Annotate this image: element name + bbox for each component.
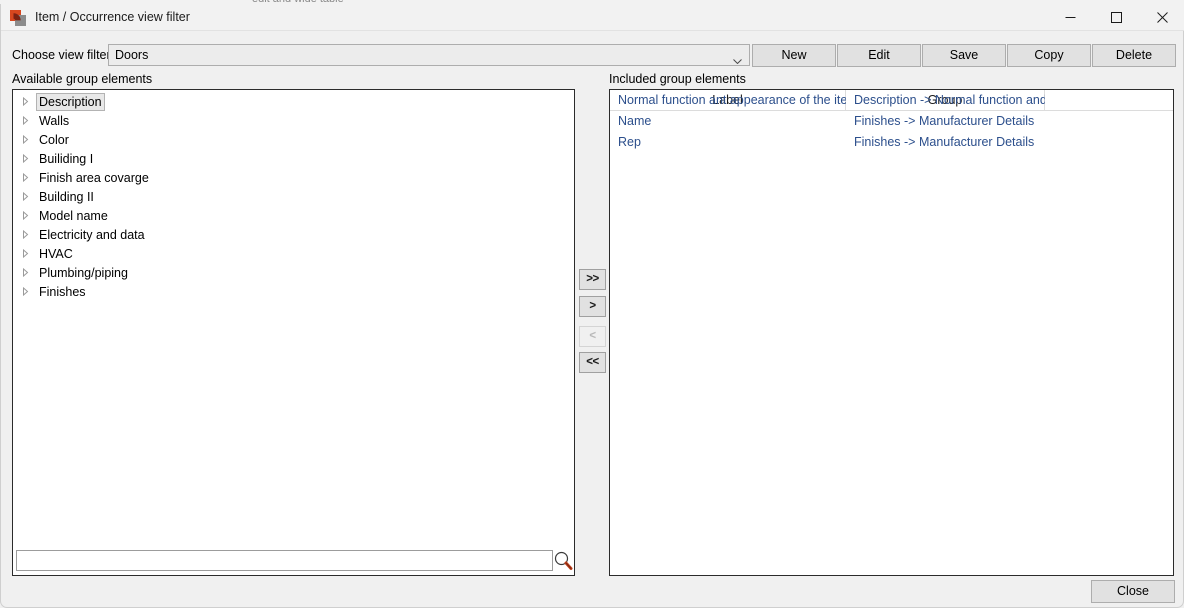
cell-label: Normal function ant appearance of the it…: [610, 90, 846, 111]
chevron-right-icon[interactable]: [22, 130, 36, 149]
move-all-left-button[interactable]: <<: [579, 352, 606, 373]
cell-group: Finishes -> Manufacturer Details: [846, 132, 1045, 153]
view-filter-combobox[interactable]: Doors: [108, 44, 750, 66]
tree-item-label: Model name: [36, 208, 111, 224]
tree-item-label: Finish area covarge: [36, 170, 152, 186]
title-bar: Item / Occurrence view filter: [1, 4, 1184, 31]
chevron-right-icon[interactable]: [22, 168, 36, 187]
tree-item-label: Building II: [36, 189, 97, 205]
available-group-elements-panel: Description Walls Color Builiding I Finish a…: [12, 89, 575, 576]
tree-item[interactable]: Description: [13, 92, 574, 111]
tree-item-label: Electricity and data: [36, 227, 148, 243]
new-button[interactable]: New: [752, 44, 836, 67]
chevron-right-icon[interactable]: [22, 111, 36, 130]
available-group-elements-label: Available group elements: [12, 72, 152, 86]
cell-group: Description -> Normal function and appea…: [846, 90, 1045, 111]
chevron-down-icon: [733, 53, 742, 58]
cell-label: Name: [610, 111, 846, 132]
chevron-right-icon[interactable]: [22, 206, 36, 225]
chevron-right-icon[interactable]: [22, 244, 36, 263]
tree-item[interactable]: Builiding I: [13, 149, 574, 168]
included-group-elements-label: Included group elements: [609, 72, 746, 86]
tree-item[interactable]: Walls: [13, 111, 574, 130]
tree-item-label: HVAC: [36, 246, 76, 262]
table-row[interactable]: RepFinishes -> Manufacturer Details: [610, 132, 1173, 153]
close-icon[interactable]: [1139, 4, 1184, 31]
chevron-right-icon[interactable]: [22, 225, 36, 244]
view-filter-value: Doors: [115, 48, 148, 62]
tree-item-label: Color: [36, 132, 72, 148]
dialog-window: Item / Occurrence view filter Choose vie…: [0, 4, 1184, 608]
app-logo-icon: [10, 10, 27, 26]
cell-label: Rep: [610, 132, 846, 153]
tree-item-label: Description: [36, 93, 105, 111]
search-input[interactable]: [16, 550, 553, 571]
cell-group: Finishes -> Manufacturer Details: [846, 111, 1045, 132]
table-row[interactable]: Normal function ant appearance of the it…: [610, 90, 1173, 111]
table-row[interactable]: NameFinishes -> Manufacturer Details: [610, 111, 1173, 132]
chevron-right-icon[interactable]: [22, 282, 36, 301]
chevron-right-icon[interactable]: [22, 149, 36, 168]
tree-item[interactable]: HVAC: [13, 244, 574, 263]
edit-button[interactable]: Edit: [837, 44, 921, 67]
tree-item[interactable]: Building II: [13, 187, 574, 206]
tree-item[interactable]: Finish area covarge: [13, 168, 574, 187]
tree-item-label: Plumbing/piping: [36, 265, 131, 281]
maximize-icon[interactable]: [1093, 4, 1139, 31]
window-title: Item / Occurrence view filter: [35, 10, 190, 24]
minimize-icon[interactable]: [1047, 4, 1093, 31]
available-elements-tree[interactable]: Description Walls Color Builiding I Finish a…: [13, 92, 574, 547]
tree-item[interactable]: Finishes: [13, 282, 574, 301]
copy-button[interactable]: Copy: [1007, 44, 1091, 67]
move-left-button: <: [579, 326, 606, 347]
tree-item-label: Builiding I: [36, 151, 96, 167]
chevron-right-icon[interactable]: [22, 187, 36, 206]
tree-item[interactable]: Plumbing/piping: [13, 263, 574, 282]
search-icon[interactable]: [553, 550, 573, 571]
tree-item[interactable]: Electricity and data: [13, 225, 574, 244]
choose-view-filter-label: Choose view filter: [12, 48, 111, 62]
move-all-right-button[interactable]: >>: [579, 269, 606, 290]
save-button[interactable]: Save: [922, 44, 1006, 67]
chevron-right-icon[interactable]: [22, 92, 36, 111]
included-group-elements-panel: Label Group Normal function ant appearan…: [609, 89, 1174, 576]
tree-item-label: Walls: [36, 113, 72, 129]
chevron-right-icon[interactable]: [22, 263, 36, 282]
move-right-button[interactable]: >: [579, 296, 606, 317]
delete-button[interactable]: Delete: [1092, 44, 1176, 67]
tree-item-label: Finishes: [36, 284, 89, 300]
tree-item[interactable]: Model name: [13, 206, 574, 225]
search-bar: [16, 550, 573, 571]
close-button[interactable]: Close: [1091, 580, 1175, 603]
tree-item[interactable]: Color: [13, 130, 574, 149]
